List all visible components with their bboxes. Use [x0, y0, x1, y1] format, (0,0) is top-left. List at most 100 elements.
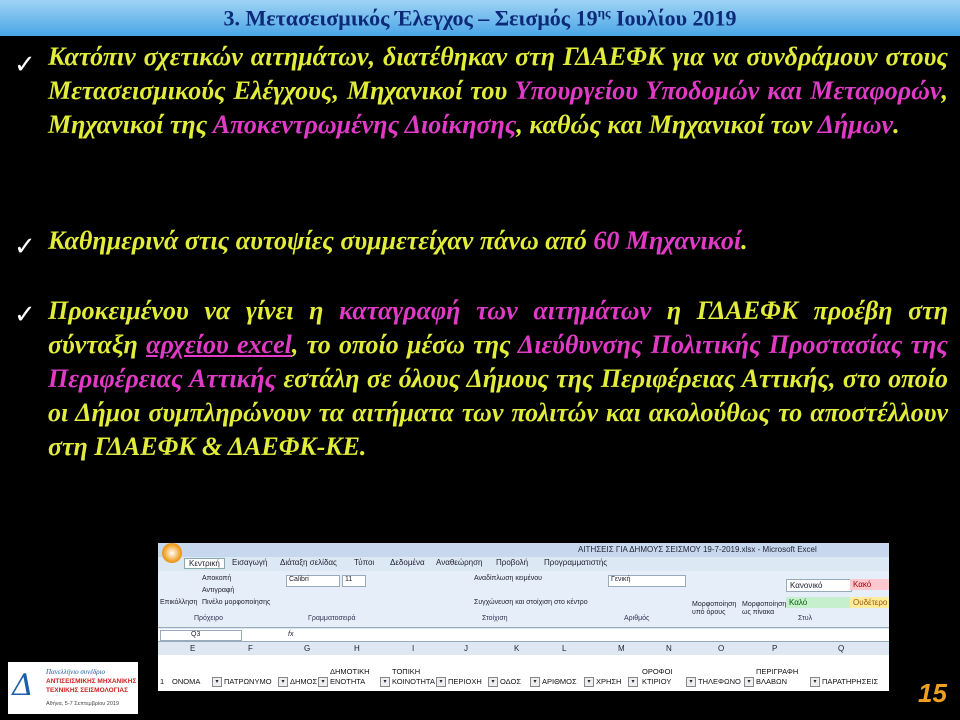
paste-button[interactable]: Επικόλληση [160, 599, 197, 606]
font-size-select[interactable]: 11 [342, 575, 366, 587]
column-header[interactable]: G [304, 644, 310, 653]
bullet-text: . [741, 226, 748, 255]
format-as-table-button[interactable]: Μορφοποίηση ως πίνακα [742, 601, 788, 617]
office-button-icon[interactable] [162, 543, 182, 563]
filter-dropdown-icon[interactable]: ▾ [212, 677, 222, 687]
conference-logo: Δ Πανελλήνιο συνέδριο ΑΝΤΙΣΕΙΣΜΙΚΗΣ ΜΗΧΑ… [8, 662, 138, 714]
highlighted-text: καταγραφή των αιτημάτων [339, 296, 652, 325]
logo-symbol: Δ [12, 668, 34, 703]
excel-ribbon: Επικόλληση Αποκοπή Αντιγραφή Πινέλο μορφ… [158, 571, 889, 628]
column-header[interactable]: K [514, 644, 519, 653]
group-label-styles: Στυλ [798, 615, 813, 622]
table-cell[interactable]: ΠΕΡΙΓΡΑΦΗ ΒΛΑΒΩΝ [756, 667, 808, 687]
font-size-value: 11 [345, 576, 353, 583]
tab-formulas[interactable]: Τύποι [354, 558, 374, 567]
checkmark-icon: ✓ [14, 50, 36, 80]
filter-dropdown-icon[interactable]: ▾ [628, 677, 638, 687]
number-format-value: Γενική [611, 576, 631, 583]
highlighted-text: 60 Μηχανικοί [593, 226, 742, 255]
format-painter-button[interactable]: Πινέλο μορφοποίησης [202, 599, 270, 606]
tab-page-layout[interactable]: Διάταξη σελίδας [280, 558, 337, 567]
title-bar: 3. Μετασεισμικός Έλεγχος – Σεισμός 19ης … [0, 0, 960, 36]
tab-home[interactable]: Κεντρική [184, 558, 225, 569]
conditional-format-button[interactable]: Μορφοποίηση υπό όρους [692, 601, 738, 617]
wrap-text-button[interactable]: Αναδίπλωση κειμένου [474, 575, 542, 582]
group-label-clipboard: Πρόχειρο [194, 615, 223, 622]
logo-line-1: Πανελλήνιο συνέδριο [46, 668, 106, 676]
column-header[interactable]: E [190, 644, 195, 653]
font-name-select[interactable]: Calibri [286, 575, 340, 587]
cut-button[interactable]: Αποκοπή [202, 575, 231, 582]
column-header[interactable]: L [562, 644, 566, 653]
merge-center-button[interactable]: Συγχώνευση και στοίχιση στο κέντρο [474, 599, 588, 606]
filter-dropdown-icon[interactable]: ▾ [436, 677, 446, 687]
title-superscript: ης [597, 5, 611, 20]
fx-icon: fx [288, 631, 294, 638]
header-row: 1 ΟΝΟΜΑ ▾ ΠΑΤΡΩΝΥΜΟ ▾ ΔΗΜΟΣ ▾ ΔΗΜΟΤΙΚΗ Ε… [158, 655, 889, 691]
filter-dropdown-icon[interactable]: ▾ [744, 677, 754, 687]
table-cell[interactable]: ΟΔΟΣ [500, 677, 521, 686]
filter-dropdown-icon[interactable]: ▾ [584, 677, 594, 687]
column-header[interactable]: F [248, 644, 253, 653]
tab-developer[interactable]: Προγραμματιστής [544, 558, 607, 567]
table-cell[interactable]: ΟΡΟΦΟΙ ΚΤΙΡΙΟΥ [642, 667, 686, 687]
column-header[interactable]: H [354, 644, 360, 653]
table-cell[interactable]: ΠΕΡΙΟΧΗ [448, 677, 482, 686]
filter-dropdown-icon[interactable]: ▾ [278, 677, 288, 687]
number-format-select[interactable]: Γενική [608, 575, 686, 587]
bullet-text: . [893, 110, 900, 139]
filter-dropdown-icon[interactable]: ▾ [686, 677, 696, 687]
style-normal[interactable]: Κανονικό [786, 579, 852, 592]
highlighted-text: Υπουργείου Υποδομών και Μεταφορών [514, 76, 942, 105]
tab-review[interactable]: Αναθεώρηση [436, 558, 482, 567]
column-header[interactable]: O [718, 644, 724, 653]
name-box[interactable]: Q3 [160, 630, 242, 641]
table-cell[interactable]: ΠΑΡΑΤΗΡΗΣΕΙΣ [822, 677, 878, 686]
highlighted-text: Αποκεντρωμένης Διοίκησης [212, 110, 517, 139]
tab-data[interactable]: Δεδομένα [390, 558, 425, 567]
filter-dropdown-icon[interactable]: ▾ [488, 677, 498, 687]
group-label-number: Αριθμός [624, 615, 650, 622]
logo-line-4: Αθήνα, 5-7 Σεπτεμβρίου 2019 [46, 701, 120, 707]
table-cell[interactable]: ΧΡΗΣΗ [596, 677, 621, 686]
title-prefix: 3. Μετασεισμικός Έλεγχος – Σεισμός 19 [223, 5, 598, 31]
table-cell[interactable]: ΤΟΠΙΚΗ ΚΟΙΝΟΤΗΤΑ [392, 667, 442, 687]
column-header[interactable]: Q [838, 644, 844, 653]
table-cell[interactable]: ΠΑΤΡΩΝΥΜΟ [224, 677, 272, 686]
checkmark-icon: ✓ [14, 300, 36, 330]
highlighted-text: αρχείου excel [146, 330, 292, 359]
table-cell[interactable]: ΤΗΛΕΦΩΝΟ [698, 677, 741, 686]
table-cell[interactable]: ΟΝΟΜΑ [172, 677, 200, 686]
style-neutral[interactable]: Ουδέτερο [850, 597, 889, 608]
logo-line-2: ΑΝΤΙΣΕΙΣΜΙΚΗΣ ΜΗΧΑΝΙΚΗΣ [46, 678, 137, 685]
table-cell[interactable]: ΑΡΙΘΜΟΣ [542, 677, 577, 686]
table-cell[interactable]: ΔΗΜΟΤΙΚΗ ΕΝΟΤΗΤΑ [330, 667, 380, 687]
filter-dropdown-icon[interactable]: ▾ [318, 677, 328, 687]
filter-dropdown-icon[interactable]: ▾ [530, 677, 540, 687]
column-header[interactable]: P [772, 644, 777, 653]
excel-screenshot: ΑΙΤΗΣΕΙΣ ΓΙΑ ΔΗΜΟΥΣ ΣΕΙΣΜΟΥ 19-7-2019.xl… [158, 543, 889, 691]
bullet-paragraph-2: Καθημερινά στις αυτοψίες συμμετείχαν πάν… [48, 224, 948, 258]
font-name-value: Calibri [289, 576, 309, 583]
column-header[interactable]: I [412, 644, 414, 653]
highlighted-text: Δήμων [817, 110, 894, 139]
page-number: 15 [918, 678, 947, 708]
excel-window-title: ΑΙΤΗΣΕΙΣ ΓΙΑ ΔΗΜΟΥΣ ΣΕΙΣΜΟΥ 19-7-2019.xl… [578, 545, 817, 554]
style-bad[interactable]: Κακό [850, 579, 889, 590]
bullet-text: , το οποίο μέσω της [291, 330, 518, 359]
copy-button[interactable]: Αντιγραφή [202, 587, 234, 594]
filter-dropdown-icon[interactable]: ▾ [810, 677, 820, 687]
group-label-alignment: Στοίχιση [482, 615, 508, 622]
column-header[interactable]: J [464, 644, 468, 653]
slide-title: 3. Μετασεισμικός Έλεγχος – Σεισμός 19ης … [0, 5, 960, 31]
tab-view[interactable]: Προβολή [496, 558, 528, 567]
style-good[interactable]: Καλό [786, 597, 850, 608]
table-cell[interactable]: ΔΗΜΟΣ [290, 677, 317, 686]
bullet-paragraph-3: Προκειμένου να γίνει η καταγραφή των αιτ… [48, 294, 948, 464]
column-header[interactable]: M [618, 644, 625, 653]
tab-insert[interactable]: Εισαγωγή [232, 558, 267, 567]
column-header[interactable]: N [666, 644, 672, 653]
checkmark-icon: ✓ [14, 232, 36, 262]
filter-dropdown-icon[interactable]: ▾ [380, 677, 390, 687]
name-box-value: Q3 [191, 631, 201, 638]
